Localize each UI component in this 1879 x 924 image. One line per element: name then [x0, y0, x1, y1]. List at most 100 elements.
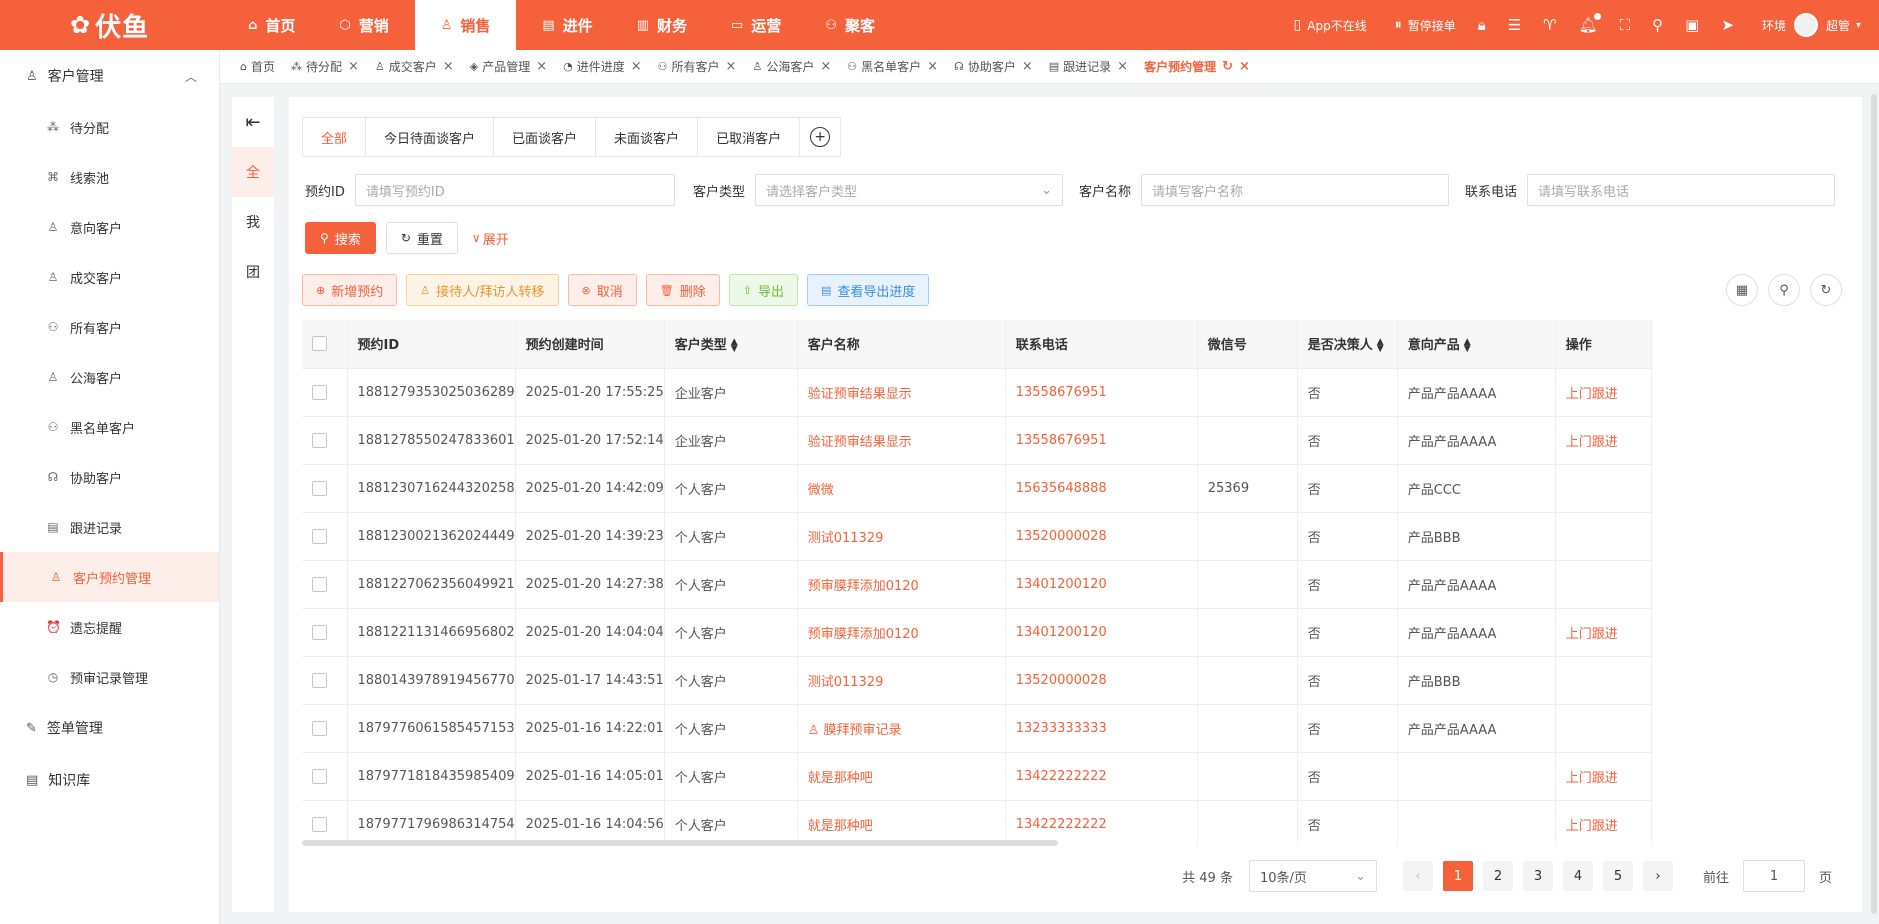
tab-3[interactable]: ◈ 产品管理 × [470, 58, 547, 75]
column-header[interactable]: 是否决策人 ▲ ▼ [1297, 320, 1398, 369]
phone-cell[interactable]: 13401200120 [1005, 560, 1198, 609]
type-select[interactable]: 请选择客户类型 ⌄ [755, 174, 1064, 206]
operation-cell[interactable]: 上门跟进 [1555, 608, 1652, 657]
refresh-icon[interactable]: ↻ [1810, 274, 1842, 306]
row-checkbox[interactable] [312, 480, 327, 496]
close-icon[interactable]: × [1239, 59, 1250, 74]
topnav-item-4[interactable]: ▥ 财务 [615, 0, 709, 50]
tab-7[interactable]: ⚇ 黑名单客户 × [847, 58, 938, 75]
search-icon[interactable]: ⚲ [1652, 16, 1663, 34]
operation-cell[interactable] [1555, 704, 1652, 753]
tab-8[interactable]: ☊ 协助客户 × [954, 58, 1033, 75]
bell-icon[interactable]: 🔔︎ [1579, 13, 1601, 34]
phone-cell[interactable]: 15635648888 [1005, 464, 1198, 513]
tab-4[interactable]: ◔ 进件进度 × [563, 58, 642, 75]
phone-cell[interactable]: 13520000028 [1005, 656, 1198, 705]
sidebar-group-sign[interactable]: ✎ 签单管理 [0, 702, 219, 754]
operation-cell[interactable] [1555, 560, 1652, 609]
close-icon[interactable]: × [927, 59, 938, 74]
tab-6[interactable]: ♙ 公海客户 × [752, 58, 831, 75]
phone-cell[interactable]: 13401200120 [1005, 608, 1198, 657]
fullscreen-icon[interactable]: ⛶ [1620, 16, 1631, 34]
transfer-button[interactable]: ♙ 接待人/拜访人转移 [406, 274, 559, 306]
topnav-item-1[interactable]: ⬡ 营销 [317, 0, 410, 50]
customer-name-cell[interactable]: 预审膜拜添加0120 [797, 560, 1006, 609]
operation-cell[interactable] [1555, 656, 1652, 705]
goto-page-input[interactable]: 1 [1742, 860, 1805, 892]
row-checkbox[interactable] [312, 720, 327, 736]
customer-name-cell[interactable]: 验证预审结果显示 [797, 416, 1006, 465]
sliders-icon[interactable]: ☰ [1508, 16, 1521, 34]
select-all-checkbox[interactable] [312, 336, 327, 352]
send-icon[interactable]: ➤ [1721, 16, 1734, 34]
operation-cell[interactable]: 上门跟进 [1555, 800, 1652, 845]
customer-name-cell[interactable]: 就是那种吧 [797, 800, 1006, 845]
scope-team[interactable]: 团 [232, 247, 274, 297]
reset-button[interactable]: ↻ 重置 [385, 222, 458, 254]
page-2-button[interactable]: 2 [1482, 861, 1513, 891]
row-checkbox[interactable] [312, 816, 327, 832]
briefcase-icon[interactable]: ▣ [1685, 16, 1699, 34]
sort-icon[interactable]: ▲ ▼ [1464, 337, 1471, 353]
sort-icon[interactable]: ▲ ▼ [731, 337, 738, 353]
cancel-button[interactable]: ⊗ 取消 [567, 274, 637, 306]
status-tab-3[interactable]: 未面谈客户 [596, 118, 699, 156]
vertical-scrollbar[interactable] [1869, 84, 1879, 924]
refresh-icon[interactable]: ↻ [1222, 59, 1233, 74]
scope-all[interactable]: 全 [232, 147, 274, 197]
topnav-item-5[interactable]: ▭ 运营 [709, 0, 803, 50]
appt-id-input[interactable]: 请填写预约ID [354, 174, 675, 206]
delete-button[interactable]: 🗑︎ 删除 [645, 274, 720, 306]
sidebar-item-9[interactable]: ♙ 客户预约管理 [0, 552, 219, 602]
status-tab-1[interactable]: 今日待面谈客户 [366, 118, 495, 156]
logo[interactable]: ✿ 伏鱼 [0, 0, 220, 50]
name-input[interactable]: 请填写客户名称 [1141, 174, 1450, 206]
customer-name-cell[interactable]: ♙ 膜拜预审记录 [797, 704, 1006, 753]
topnav-item-0[interactable]: ⌂ 首页 [226, 0, 317, 50]
row-checkbox[interactable] [312, 624, 327, 640]
customer-name-cell[interactable]: 微微 [797, 464, 1006, 513]
phone-cell[interactable]: 13558676951 [1005, 416, 1198, 465]
sidebar-item-11[interactable]: ◷ 预审记录管理 [0, 652, 219, 702]
tab-2[interactable]: ♙ 成交客户 × [375, 58, 454, 75]
page-size-select[interactable]: 10条/页 ⌄ [1248, 860, 1377, 892]
row-checkbox[interactable] [312, 528, 327, 544]
close-icon[interactable]: × [1117, 59, 1128, 74]
sidebar-group-kb[interactable]: ▤ 知识库 [0, 754, 219, 806]
row-checkbox[interactable] [312, 672, 327, 688]
phone-cell[interactable]: 13558676951 [1005, 368, 1198, 417]
horizontal-scrollbar[interactable] [302, 840, 1058, 846]
close-icon[interactable]: × [726, 59, 737, 74]
collapse-menu-icon[interactable]: ⇤ [232, 97, 274, 147]
user-name[interactable]: 超管 [1826, 17, 1850, 34]
status-tab-0[interactable]: 全部 [303, 118, 367, 156]
avatar[interactable] [1793, 13, 1818, 37]
grid-icon[interactable]: ▦ [1726, 274, 1758, 306]
close-icon[interactable]: × [348, 59, 359, 74]
page-4-button[interactable]: 4 [1562, 861, 1593, 891]
sidebar-item-2[interactable]: ♙ 意向客户 [0, 202, 219, 252]
sidebar-item-10[interactable]: ⏰ 遗忘提醒 [0, 602, 219, 652]
phone-cell[interactable]: 13422222222 [1005, 752, 1198, 801]
add-tab-button[interactable]: + [800, 118, 840, 156]
sidebar-item-3[interactable]: ♙ 成交客户 [0, 252, 219, 302]
search-button[interactable]: ⚲ 搜索 [305, 222, 376, 254]
operation-cell[interactable]: 上门跟进 [1555, 752, 1652, 801]
export-progress-button[interactable]: ▤ 查看导出进度 [806, 274, 930, 306]
phone-input[interactable]: 请填写联系电话 [1527, 174, 1836, 206]
sidebar-item-5[interactable]: ♙ 公海客户 [0, 352, 219, 402]
scrollbar-thumb[interactable] [1871, 94, 1877, 914]
env-label[interactable]: 环境 [1762, 17, 1786, 34]
expand-button[interactable]: ∨ 展开 [468, 222, 513, 254]
status-tab-4[interactable]: 已取消客户 [698, 118, 801, 156]
scope-mine[interactable]: 我 [232, 197, 274, 247]
tab-10[interactable]: 客户预约管理 ↻ × [1144, 58, 1250, 75]
operation-cell[interactable] [1555, 464, 1652, 513]
status-tab-2[interactable]: 已面谈客户 [494, 118, 597, 156]
page-5-button[interactable]: 5 [1602, 861, 1633, 891]
close-icon[interactable]: × [443, 59, 454, 74]
sidebar-item-4[interactable]: ⚇ 所有客户 [0, 302, 219, 352]
export-button[interactable]: ⇧ 导出 [728, 274, 798, 306]
column-header[interactable]: 意向产品 ▲ ▼ [1397, 320, 1556, 369]
next-page-button[interactable]: › [1642, 861, 1673, 891]
